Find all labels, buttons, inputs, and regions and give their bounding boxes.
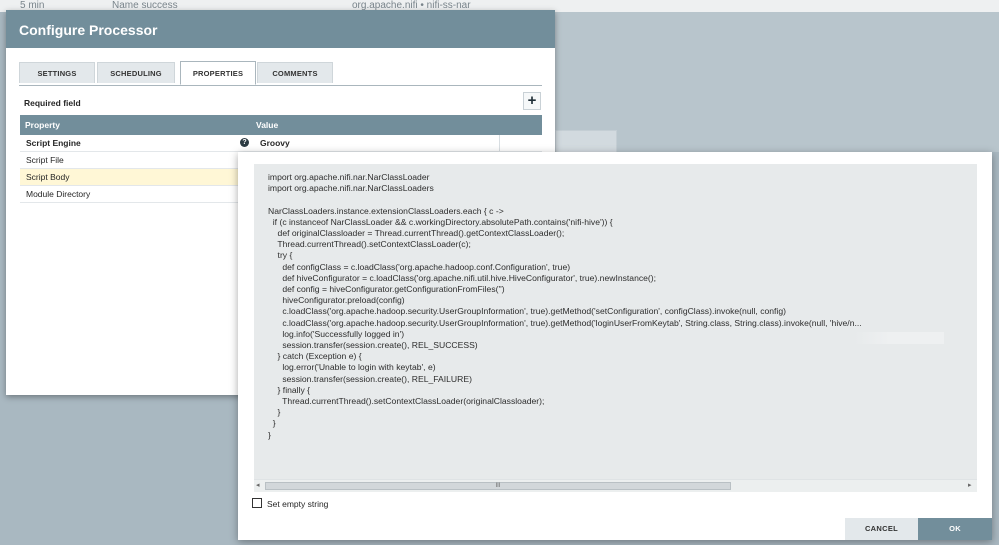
property-column-header: Property xyxy=(25,120,60,130)
property-name: Script Body xyxy=(26,172,70,182)
property-name: Script Engine xyxy=(26,138,81,148)
add-property-button[interactable]: + xyxy=(523,92,541,110)
scroll-right-icon[interactable]: ▸ xyxy=(968,480,972,492)
properties-table-header: Property Value xyxy=(20,115,542,135)
dialog-title: Configure Processor xyxy=(6,10,555,48)
horizontal-scrollbar[interactable]: ◂ III ▸ xyxy=(254,479,977,492)
script-code: import org.apache.nifi.nar.NarClassLoade… xyxy=(268,172,862,440)
required-field-label: Required field xyxy=(24,98,81,108)
tab-bar: SETTINGS SCHEDULING PROPERTIES COMMENTS xyxy=(19,61,542,86)
tab-settings[interactable]: SETTINGS xyxy=(19,62,95,83)
set-empty-string-checkbox[interactable] xyxy=(252,498,262,508)
scrollbar-thumb[interactable]: III xyxy=(265,482,731,490)
value-column-header: Value xyxy=(256,120,279,130)
help-icon[interactable]: ? xyxy=(240,138,249,147)
canvas-component xyxy=(555,130,617,154)
set-empty-string-option[interactable]: Set empty string xyxy=(252,498,328,509)
scroll-left-icon[interactable]: ◂ xyxy=(256,480,260,492)
property-name: Module Directory xyxy=(26,189,91,199)
overflow-fade xyxy=(854,332,944,344)
tab-scheduling[interactable]: SCHEDULING xyxy=(97,62,175,83)
table-row[interactable]: Script Engine ? Groovy xyxy=(20,135,542,152)
tab-properties[interactable]: PROPERTIES xyxy=(180,61,256,85)
canvas-background xyxy=(555,12,999,152)
ok-button[interactable]: OK xyxy=(918,518,992,540)
value-cell[interactable] xyxy=(254,135,500,151)
tab-comments[interactable]: COMMENTS xyxy=(257,62,333,83)
cancel-button[interactable]: CANCEL xyxy=(845,518,918,540)
property-name: Script File xyxy=(26,155,64,165)
code-textarea[interactable]: import org.apache.nifi.nar.NarClassLoade… xyxy=(254,164,977,492)
set-empty-string-label: Set empty string xyxy=(267,499,329,509)
script-body-editor: import org.apache.nifi.nar.NarClassLoade… xyxy=(238,152,992,540)
property-value: Groovy xyxy=(260,138,290,148)
